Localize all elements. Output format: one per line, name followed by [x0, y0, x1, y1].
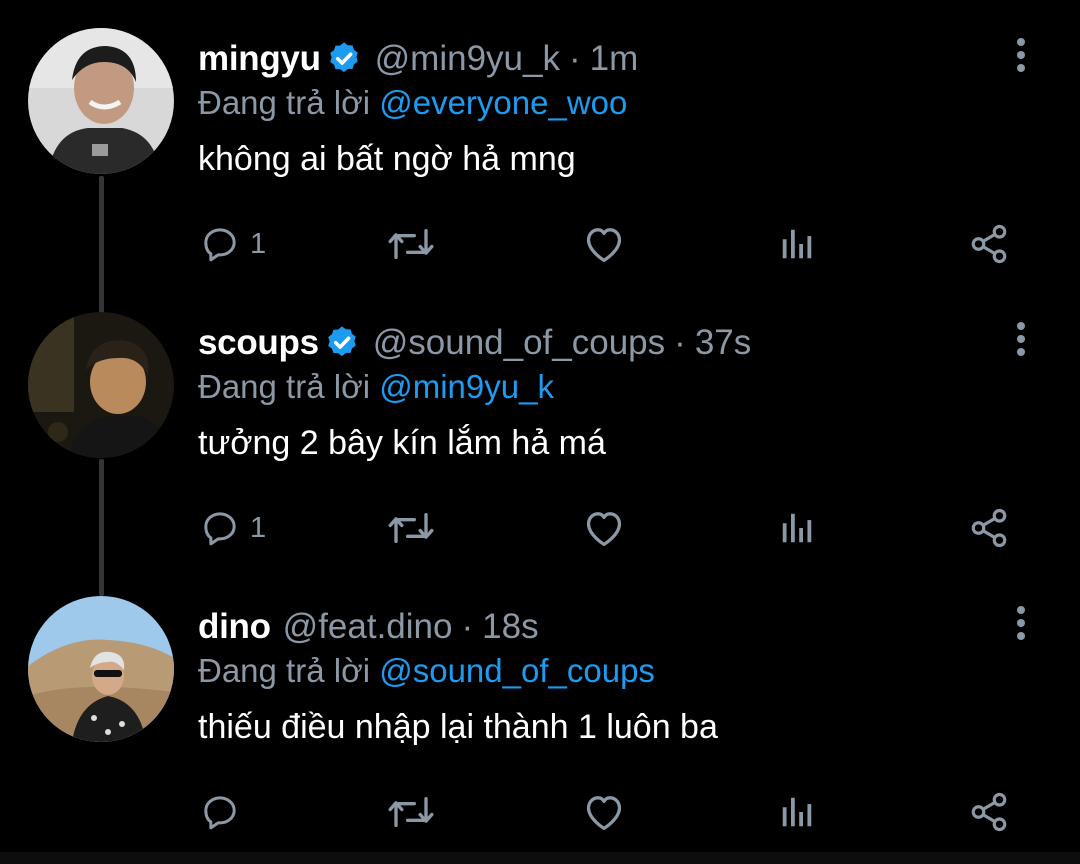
replying-to-label: Đang trả lời: [198, 368, 371, 405]
retweet-icon: [388, 797, 434, 827]
share-icon: [971, 792, 1007, 832]
separator-dot: ·: [674, 323, 686, 362]
avatar[interactable]: [28, 28, 174, 174]
reply-button[interactable]: [200, 788, 250, 836]
analytics-button[interactable]: [778, 788, 816, 836]
reply-count: 1: [250, 511, 267, 544]
like-icon: [586, 228, 622, 262]
tweet-header: mingyu @min9yu_k · 1m: [198, 36, 638, 82]
replying-to-label: Đang trả lời: [198, 652, 371, 689]
verified-badge-icon: [323, 324, 361, 362]
like-button[interactable]: [582, 788, 626, 836]
retweet-button[interactable]: [386, 788, 436, 836]
share-button[interactable]: [968, 504, 1010, 552]
replying-to-label: Đang trả lời: [198, 84, 371, 121]
retweet-icon: [388, 229, 434, 259]
reply-icon: [204, 796, 236, 830]
tweet-thread: mingyu @min9yu_k · 1m Đang trả lời @ever…: [0, 0, 1080, 864]
timestamp[interactable]: 18s: [482, 607, 538, 647]
replying-to: Đang trả lời @sound_of_coups: [198, 652, 655, 690]
like-button[interactable]: [582, 504, 626, 552]
tweet-text: không ai bất ngờ hả mng: [198, 140, 576, 178]
share-icon: [971, 508, 1007, 548]
tweet-text: tưởng 2 bây kín lắm hả má: [198, 424, 606, 462]
replying-to: Đang trả lời @everyone_woo: [198, 84, 627, 122]
display-name[interactable]: scoups: [198, 323, 319, 363]
reply-button[interactable]: 1: [200, 504, 266, 552]
avatar[interactable]: [28, 596, 174, 742]
more-options-icon[interactable]: [1006, 604, 1036, 644]
like-button[interactable]: [582, 220, 626, 268]
display-name[interactable]: mingyu: [198, 39, 321, 79]
user-handle[interactable]: @min9yu_k: [375, 39, 560, 79]
more-options-icon[interactable]: [1006, 36, 1036, 76]
tweet-actions: [0, 788, 1080, 838]
retweet-button[interactable]: [386, 220, 436, 268]
share-button[interactable]: [968, 788, 1010, 836]
bottom-divider: [0, 852, 1080, 864]
reply-icon: [204, 512, 236, 546]
tweet-actions: 1: [0, 220, 1080, 270]
tweet[interactable]: mingyu @min9yu_k · 1m Đang trả lời @ever…: [0, 0, 1080, 282]
analytics-button[interactable]: [778, 504, 816, 552]
analytics-icon: [782, 797, 812, 827]
avatar-photo-icon: [28, 28, 174, 174]
analytics-icon: [782, 229, 812, 259]
user-handle[interactable]: @sound_of_coups: [373, 323, 665, 363]
like-icon: [586, 512, 622, 546]
user-handle[interactable]: @feat.dino: [283, 607, 453, 647]
reply-icon: [204, 228, 236, 262]
timestamp[interactable]: 37s: [695, 323, 751, 363]
tweet-actions: 1: [0, 504, 1080, 554]
avatar-photo-icon: [28, 312, 174, 458]
tweet-text: thiếu điều nhập lại thành 1 luôn ba: [198, 708, 718, 746]
reply-button[interactable]: 1: [200, 220, 266, 268]
more-options-icon[interactable]: [1006, 320, 1036, 360]
reply-mention-link[interactable]: @sound_of_coups: [379, 652, 655, 689]
reply-count: 1: [250, 227, 267, 260]
analytics-button[interactable]: [778, 220, 816, 268]
retweet-button[interactable]: [386, 504, 436, 552]
reply-mention-link[interactable]: @everyone_woo: [379, 84, 627, 121]
analytics-icon: [782, 513, 812, 543]
display-name[interactable]: dino: [198, 607, 271, 647]
tweet[interactable]: scoups @sound_of_coups · 37s Đang trả lờ…: [0, 284, 1080, 566]
avatar[interactable]: [28, 312, 174, 458]
tweet-header: scoups @sound_of_coups · 37s: [198, 320, 751, 366]
separator-dot: ·: [568, 39, 581, 78]
tweet-header: dino @feat.dino · 18s: [198, 604, 539, 650]
retweet-icon: [388, 513, 434, 543]
replying-to: Đang trả lời @min9yu_k: [198, 368, 554, 406]
reply-mention-link[interactable]: @min9yu_k: [379, 368, 554, 405]
timestamp[interactable]: 1m: [590, 39, 639, 79]
share-icon: [971, 224, 1007, 264]
avatar-photo-icon: [28, 596, 174, 742]
verified-badge-icon: [325, 40, 363, 78]
share-button[interactable]: [968, 220, 1010, 268]
separator-dot: ·: [461, 607, 474, 646]
like-icon: [586, 796, 622, 830]
tweet[interactable]: dino @feat.dino · 18s Đang trả lời @soun…: [0, 568, 1080, 850]
